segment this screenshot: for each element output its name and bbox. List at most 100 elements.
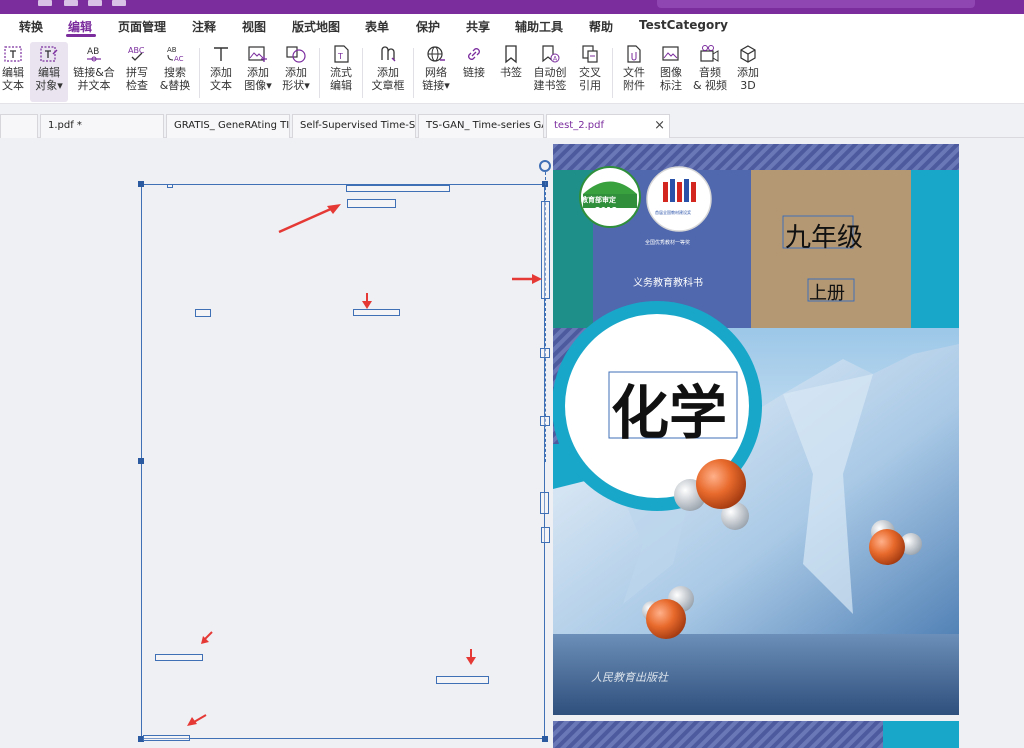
close-icon[interactable]: × xyxy=(654,118,665,133)
red-arrow-icon xyxy=(466,649,476,665)
image-annotation-button[interactable]: 图像 标注 xyxy=(655,42,687,102)
text-fragment-box[interactable] xyxy=(167,184,173,188)
award-text: 首届全国教材建设奖 xyxy=(655,210,691,215)
add-shape-button[interactable]: 添加 形状▾ xyxy=(279,42,313,102)
text-fragment-box[interactable] xyxy=(436,676,489,684)
link-merge-text-button[interactable]: AB 链接&合 并文本 xyxy=(72,42,116,102)
text-fragment-box[interactable] xyxy=(540,416,550,426)
menu-share[interactable]: 共享 xyxy=(466,18,490,35)
spell-check-icon: ABC xyxy=(126,42,148,66)
search-replace-button[interactable]: AB AC 搜索 &替换 xyxy=(158,42,192,102)
ribbon-separator xyxy=(199,48,200,98)
text-fragment-box[interactable] xyxy=(195,309,211,317)
menu-testcategory[interactable]: TestCategory xyxy=(639,18,728,32)
edit-text-icon xyxy=(2,42,24,66)
ribbon-separator xyxy=(612,48,613,98)
add-article-box-button[interactable]: 添加 文章框 xyxy=(369,42,407,102)
document-canvas[interactable]: 教育部审定 2012 首届全国教材建设奖 全国优秀教材一等奖 义务教育教科书 九… xyxy=(0,138,1024,748)
active-menu-underline xyxy=(66,34,96,37)
spell-check-button[interactable]: ABC 拼写 检查 xyxy=(122,42,152,102)
add-image-icon xyxy=(247,42,269,66)
menu-convert[interactable]: 转换 xyxy=(19,18,43,35)
web-link-button[interactable]: 网络 链接▾ xyxy=(419,42,453,102)
ribbon-separator xyxy=(319,48,320,98)
svg-text:AC: AC xyxy=(174,55,184,63)
subject-title: 化学 xyxy=(611,379,728,447)
menu-protect[interactable]: 保护 xyxy=(416,18,440,35)
tab-1-pdf[interactable]: 1.pdf * xyxy=(40,114,164,138)
quick-access-print-icon[interactable] xyxy=(64,0,78,6)
auto-bookmark-button[interactable]: A 自动创 建书签 xyxy=(530,42,570,102)
add-text-icon xyxy=(210,42,232,66)
document-tab-strip: 1.pdf * GRATIS_ GeneRAting TI... Self-Su… xyxy=(0,104,1024,138)
add-3d-icon xyxy=(737,42,759,66)
quick-access-save-icon[interactable] xyxy=(38,0,52,6)
cross-reference-button[interactable]: 交叉 引用 xyxy=(574,42,606,102)
menu-comment[interactable]: 注释 xyxy=(192,18,216,35)
resize-handle-left[interactable] xyxy=(138,458,144,464)
link-merge-text-icon: AB xyxy=(83,42,105,66)
text-fragment-box[interactable] xyxy=(143,735,190,741)
add-3d-button[interactable]: 添加 3D xyxy=(733,42,763,102)
seal-top-text: 教育部审定 xyxy=(581,196,616,204)
grade-text: 九年级 xyxy=(785,223,864,253)
bookmark-button[interactable]: 书签 xyxy=(495,42,527,102)
link-button[interactable]: 链接 xyxy=(458,42,490,102)
title-search-box[interactable] xyxy=(657,0,975,8)
tab-gratis[interactable]: GRATIS_ GeneRAting TI... xyxy=(166,114,290,138)
flow-edit-button[interactable]: T 流式 编辑 xyxy=(326,42,356,102)
resize-handle-top-left[interactable] xyxy=(138,181,144,187)
rotate-handle-icon[interactable] xyxy=(539,160,551,172)
menu-accessibility[interactable]: 辅助工具 xyxy=(515,18,563,35)
tab-ts-gan[interactable]: TS-GAN_ Time-series GA... xyxy=(418,114,544,138)
next-page-preview[interactable] xyxy=(553,721,959,748)
web-link-icon xyxy=(425,42,447,66)
text-fragment-box[interactable] xyxy=(353,309,400,316)
red-arrow-icon xyxy=(278,204,341,234)
red-arrow-icon xyxy=(512,274,542,284)
tab-test-2-pdf[interactable]: test_2.pdf × xyxy=(546,114,670,138)
bookmark-icon xyxy=(500,42,522,66)
menu-form[interactable]: 表单 xyxy=(365,18,389,35)
auto-bookmark-icon: A xyxy=(539,42,561,66)
resize-handle-bottom-right[interactable] xyxy=(542,736,548,742)
menu-bar: 转换 编辑 页面管理 注释 视图 版式地图 表单 保护 共享 辅助工具 帮助 T… xyxy=(0,14,1024,40)
add-image-button[interactable]: 添加 图像▾ xyxy=(241,42,275,102)
link-icon xyxy=(463,42,485,66)
text-fragment-box[interactable] xyxy=(346,185,450,192)
tab-unnamed[interactable] xyxy=(0,114,38,138)
tab-label: test_2.pdf xyxy=(554,120,604,131)
menu-page-management[interactable]: 页面管理 xyxy=(118,18,166,35)
add-shape-icon xyxy=(285,42,307,66)
ribbon-separator xyxy=(413,48,414,98)
edit-object-button[interactable]: 编辑 对象▾ xyxy=(30,42,68,102)
file-attachment-icon xyxy=(623,42,645,66)
quick-access-redo-icon[interactable] xyxy=(112,0,126,6)
add-article-box-icon xyxy=(377,42,399,66)
quick-access-undo-icon[interactable] xyxy=(88,0,102,6)
audio-video-button[interactable]: 音频 & 视频 xyxy=(692,42,728,102)
svg-text:AB: AB xyxy=(167,46,177,54)
audio-video-icon xyxy=(699,42,721,66)
text-fragment-box[interactable] xyxy=(540,492,549,514)
menu-view[interactable]: 视图 xyxy=(242,18,266,35)
red-arrow-icon xyxy=(362,293,372,309)
text-fragment-box[interactable] xyxy=(155,654,203,661)
tab-self-supervised[interactable]: Self-Supervised Time-Se... xyxy=(292,114,416,138)
next-page-artwork xyxy=(553,721,959,748)
menu-edit[interactable]: 编辑 xyxy=(68,18,92,35)
menu-layout-map[interactable]: 版式地图 xyxy=(292,18,340,35)
svg-text:T: T xyxy=(337,52,343,61)
series-title: 义务教育教科书 xyxy=(633,278,703,289)
add-text-button[interactable]: 添加 文本 xyxy=(206,42,236,102)
text-fragment-box[interactable] xyxy=(347,199,396,208)
edit-text-button[interactable]: 编辑 文本 xyxy=(0,42,28,102)
file-attachment-button[interactable]: 文件 附件 xyxy=(618,42,650,102)
text-fragment-box[interactable] xyxy=(541,527,550,543)
book-cover-page[interactable]: 教育部审定 2012 首届全国教材建设奖 全国优秀教材一等奖 义务教育教科书 九… xyxy=(553,144,959,715)
svg-text:ABC: ABC xyxy=(128,46,145,55)
menu-help[interactable]: 帮助 xyxy=(589,18,613,35)
text-fragment-box[interactable] xyxy=(540,348,550,358)
volume-text: 上册 xyxy=(809,283,845,304)
edit-object-icon xyxy=(38,42,60,66)
